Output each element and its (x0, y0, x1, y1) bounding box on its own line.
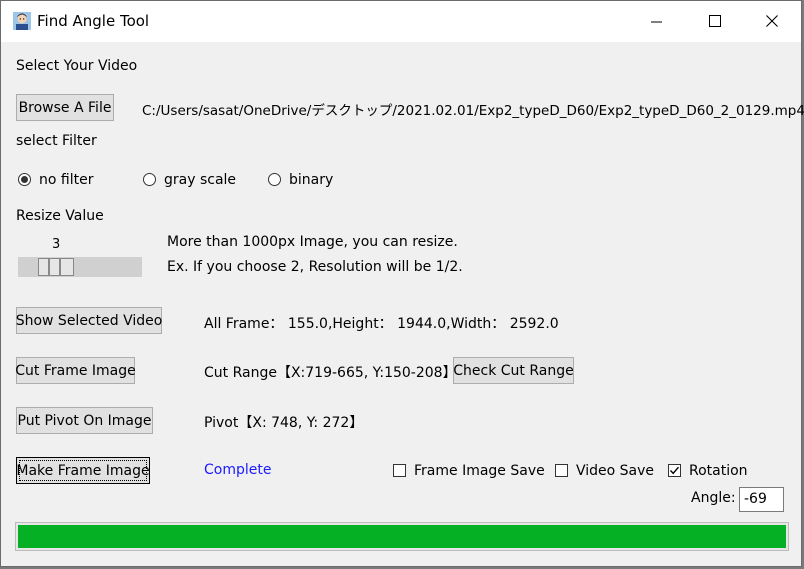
cut-range-text: Cut Range【X:719-665, Y:150-208】 (204, 365, 457, 381)
radio-no-filter[interactable] (18, 173, 31, 186)
maximize-button[interactable] (686, 1, 744, 42)
frame-image-save-checkbox[interactable] (393, 464, 406, 477)
check-cut-range-button[interactable]: Check Cut Range (453, 357, 574, 384)
pivot-text: Pivot【X: 748, Y: 272】 (204, 415, 364, 431)
rotation-label[interactable]: Rotation (689, 463, 748, 479)
show-selected-video-button[interactable]: Show Selected Video (16, 307, 162, 334)
angle-label: Angle: (691, 490, 736, 506)
radio-binary-label[interactable]: binary (289, 172, 333, 188)
checkmark-icon (669, 466, 680, 475)
app-icon (13, 12, 31, 30)
rotation-checkbox[interactable] (668, 464, 681, 477)
radio-selected-dot (21, 176, 28, 183)
video-save-checkbox[interactable] (555, 464, 568, 477)
select-filter-label: select Filter (16, 133, 97, 149)
angle-input[interactable]: -69 (739, 487, 784, 512)
put-pivot-button[interactable]: Put Pivot On Image (16, 407, 153, 434)
minimize-icon (651, 21, 662, 23)
slider-thumb-part[interactable] (60, 258, 74, 276)
radio-gray-scale[interactable] (143, 173, 156, 186)
resize-help-line2: Ex. If you choose 2, Resolution will be … (167, 259, 463, 275)
radio-binary[interactable] (268, 173, 281, 186)
frame-image-save-label[interactable]: Frame Image Save (414, 463, 545, 479)
status-text: Complete (204, 462, 272, 478)
resize-value-label: Resize Value (16, 208, 104, 224)
window-title: Find Angle Tool (37, 12, 150, 30)
close-icon (766, 15, 778, 27)
select-video-label: Select Your Video (16, 58, 138, 74)
slider-thumb-part[interactable] (49, 258, 60, 276)
app-window: Find Angle Tool Select Your Video Browse… (0, 0, 804, 567)
cut-frame-image-button[interactable]: Cut Frame Image (15, 357, 136, 384)
video-save-label[interactable]: Video Save (576, 463, 654, 479)
slider-value-text: 3 (52, 237, 61, 252)
progress-bar (15, 522, 789, 551)
browse-file-button[interactable]: Browse A File (16, 94, 114, 121)
file-path-text: C:/Users/sasat/OneDrive/デスクトップ/2021.02.0… (142, 103, 804, 119)
progress-fill (18, 525, 786, 548)
close-button[interactable] (743, 1, 801, 42)
focus-rectangle (19, 460, 147, 481)
make-frame-image-button[interactable]: Make Frame Image (16, 457, 150, 484)
radio-no-filter-label[interactable]: no filter (39, 172, 93, 188)
resize-slider[interactable] (18, 257, 142, 277)
maximize-icon (709, 15, 721, 27)
radio-gray-scale-label[interactable]: gray scale (164, 172, 236, 188)
resize-help-line1: More than 1000px Image, you can resize. (167, 234, 458, 250)
slider-thumb[interactable] (38, 258, 49, 276)
minimize-button[interactable] (628, 1, 686, 42)
title-bar[interactable]: Find Angle Tool (1, 1, 801, 42)
video-info-text: All Frame： 155.0,Height： 1944.0,Width： 2… (204, 316, 559, 332)
